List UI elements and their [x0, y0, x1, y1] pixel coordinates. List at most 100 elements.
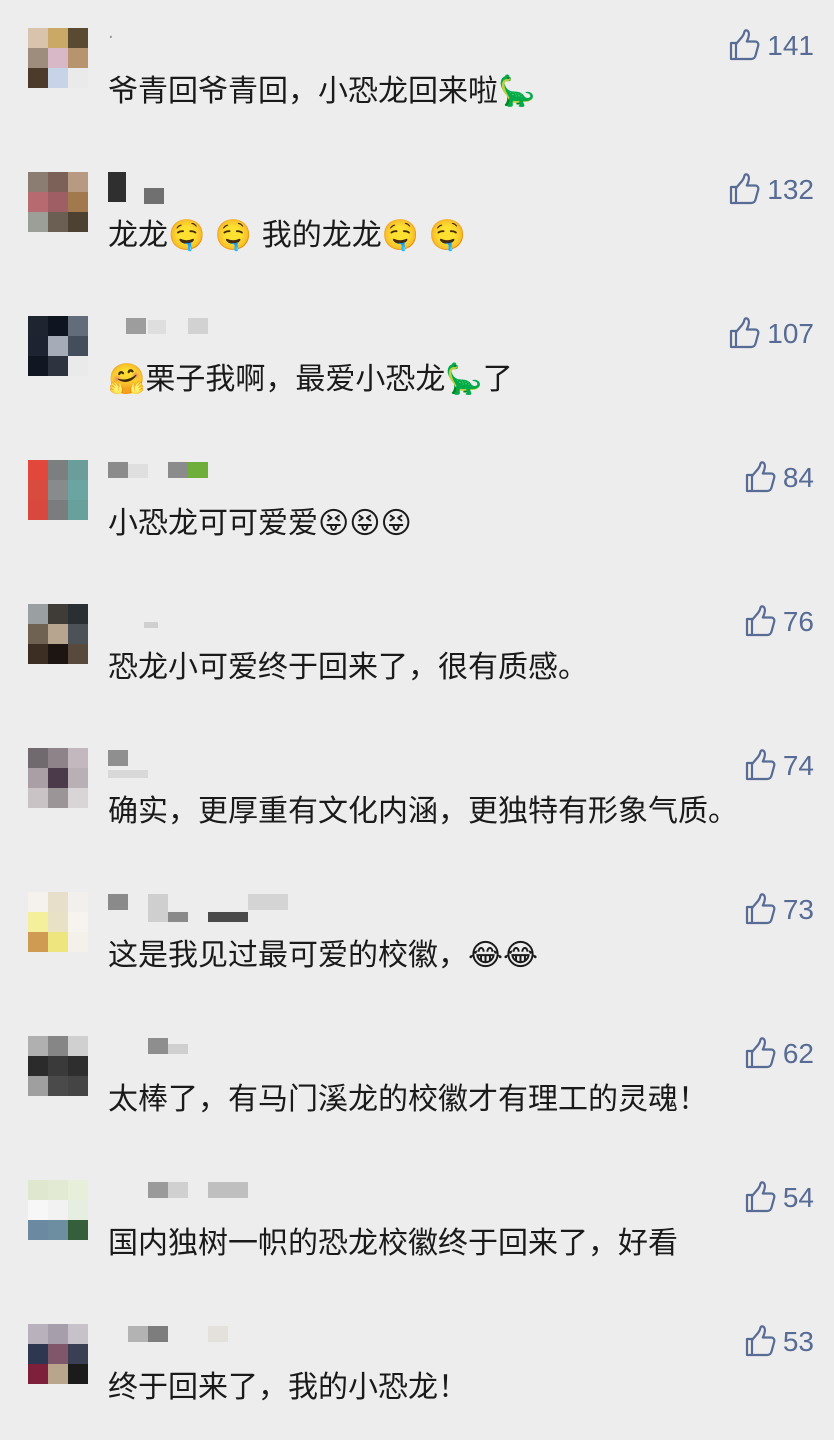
like-button[interactable]: 54: [743, 1180, 814, 1216]
thumbs-up-icon: [743, 1181, 777, 1215]
nickname-mosaic-block: [144, 622, 158, 628]
avatar-pixel: [28, 68, 48, 88]
avatar[interactable]: [28, 172, 88, 232]
avatar-pixel: [48, 1076, 68, 1096]
comment-text: 恐龙小可爱终于回来了，很有质感。: [108, 650, 588, 685]
avatar[interactable]: [28, 604, 88, 664]
avatar-pixel: [48, 356, 68, 376]
avatar-pixel: [28, 212, 48, 232]
comment-text: 🤗栗子我啊，最爱小恐龙🦕了: [108, 362, 513, 397]
avatar-pixel: [68, 316, 88, 336]
like-button[interactable]: 107: [727, 316, 814, 352]
avatar-pixel: [48, 604, 68, 624]
avatar[interactable]: [28, 1324, 88, 1384]
avatar-pixel: [28, 768, 48, 788]
comment-item: 确实，更厚重有文化内涵，更独特有形象气质。 74: [0, 720, 834, 864]
nickname-mosaic-block: [168, 1182, 188, 1198]
nickname-mosaic: [108, 460, 348, 494]
avatar-pixel: [28, 500, 48, 520]
avatar-pixel: [48, 748, 68, 768]
comment-item: . 爷青回爷青回，小恐龙回来啦🦕 141: [0, 0, 834, 144]
comment-text: 这是我见过最可爱的校徽，😂😂: [108, 938, 539, 973]
avatar-pixel: [28, 912, 48, 932]
avatar[interactable]: [28, 892, 88, 952]
avatar-pixel: [28, 1364, 48, 1384]
like-count: 74: [782, 750, 814, 781]
like-count: 132: [767, 174, 814, 205]
nickname-mosaic-block: [188, 318, 208, 334]
avatar-pixel: [48, 500, 68, 520]
avatar[interactable]: [28, 1036, 88, 1096]
avatar-pixel: [48, 1344, 68, 1364]
avatar-pixel: [48, 932, 68, 952]
avatar-pixel: [48, 624, 68, 644]
like-count: 84: [782, 462, 814, 493]
thumbs-up-icon: [743, 1037, 777, 1071]
comment-item: 小恐龙可可爱爱😝😝😝 84: [0, 432, 834, 576]
comment-text: 小恐龙可可爱爱😝😝😝: [108, 506, 412, 541]
avatar-pixel: [68, 460, 88, 480]
avatar-pixel: [68, 1324, 88, 1344]
comment-text: 太棒了，有马门溪龙的校徽才有理工的灵魂！: [108, 1082, 708, 1117]
nickname-mosaic-block: [108, 172, 126, 202]
avatar[interactable]: [28, 460, 88, 520]
like-button[interactable]: 62: [743, 1036, 814, 1072]
avatar-pixel: [48, 912, 68, 932]
avatar-pixel: [48, 788, 68, 808]
avatar-pixel: [28, 788, 48, 808]
avatar[interactable]: [28, 748, 88, 808]
thumbs-up-icon: [743, 1325, 777, 1359]
like-button[interactable]: 53: [743, 1324, 814, 1360]
nickname-mosaic-block: [108, 894, 128, 910]
avatar-pixel: [68, 624, 88, 644]
avatar-pixel: [48, 48, 68, 68]
comment-item: 太棒了，有马门溪龙的校徽才有理工的灵魂！ 62: [0, 1008, 834, 1152]
like-count: 73: [782, 894, 814, 925]
comment-item: 恐龙小可爱终于回来了，很有质感。 76: [0, 576, 834, 720]
avatar-pixel: [28, 356, 48, 376]
avatar-pixel: [28, 748, 48, 768]
thumbs-up-icon: [743, 605, 777, 639]
avatar[interactable]: [28, 316, 88, 376]
nickname-mosaic-block: [168, 1044, 188, 1054]
avatar-pixel: [68, 1220, 88, 1240]
avatar-pixel: [48, 480, 68, 500]
avatar-pixel: [28, 316, 48, 336]
like-button[interactable]: 141: [727, 28, 814, 64]
avatar-pixel: [28, 644, 48, 664]
like-button[interactable]: 74: [743, 748, 814, 784]
avatar-pixel: [48, 1324, 68, 1344]
avatar-pixel: [68, 748, 88, 768]
comment-text: 爷青回爷青回，小恐龙回来啦🦕: [108, 74, 536, 109]
avatar-pixel: [28, 1056, 48, 1076]
comment-text: 国内独树一帜的恐龙校徽终于回来了，好看: [108, 1226, 678, 1261]
avatar-pixel: [28, 1220, 48, 1240]
avatar-pixel: [68, 212, 88, 232]
avatar-pixel: [28, 892, 48, 912]
like-button[interactable]: 84: [743, 460, 814, 496]
like-button[interactable]: 73: [743, 892, 814, 928]
like-button[interactable]: 76: [743, 604, 814, 640]
nickname-mosaic-block: [108, 770, 148, 778]
avatar-pixel: [28, 932, 48, 952]
nickname-mosaic-block: [148, 1182, 168, 1198]
comment-text: 确实，更厚重有文化内涵，更独特有形象气质。: [108, 794, 738, 829]
nickname-mosaic: [108, 892, 348, 926]
avatar-pixel: [28, 624, 48, 644]
avatar-pixel: [28, 604, 48, 624]
nickname-mosaic: [108, 316, 348, 350]
avatar-pixel: [48, 68, 68, 88]
like-button[interactable]: 132: [727, 172, 814, 208]
avatar-pixel: [48, 1180, 68, 1200]
avatar-pixel: [48, 1200, 68, 1220]
avatar-pixel: [68, 480, 88, 500]
avatar[interactable]: [28, 28, 88, 88]
avatar-pixel: [68, 644, 88, 664]
avatar[interactable]: [28, 1180, 88, 1240]
avatar-pixel: [68, 192, 88, 212]
avatar-pixel: [28, 460, 48, 480]
avatar-pixel: [68, 1036, 88, 1056]
like-count: 76: [782, 606, 814, 637]
nickname-mosaic-block: [168, 462, 188, 478]
avatar-pixel: [68, 932, 88, 952]
